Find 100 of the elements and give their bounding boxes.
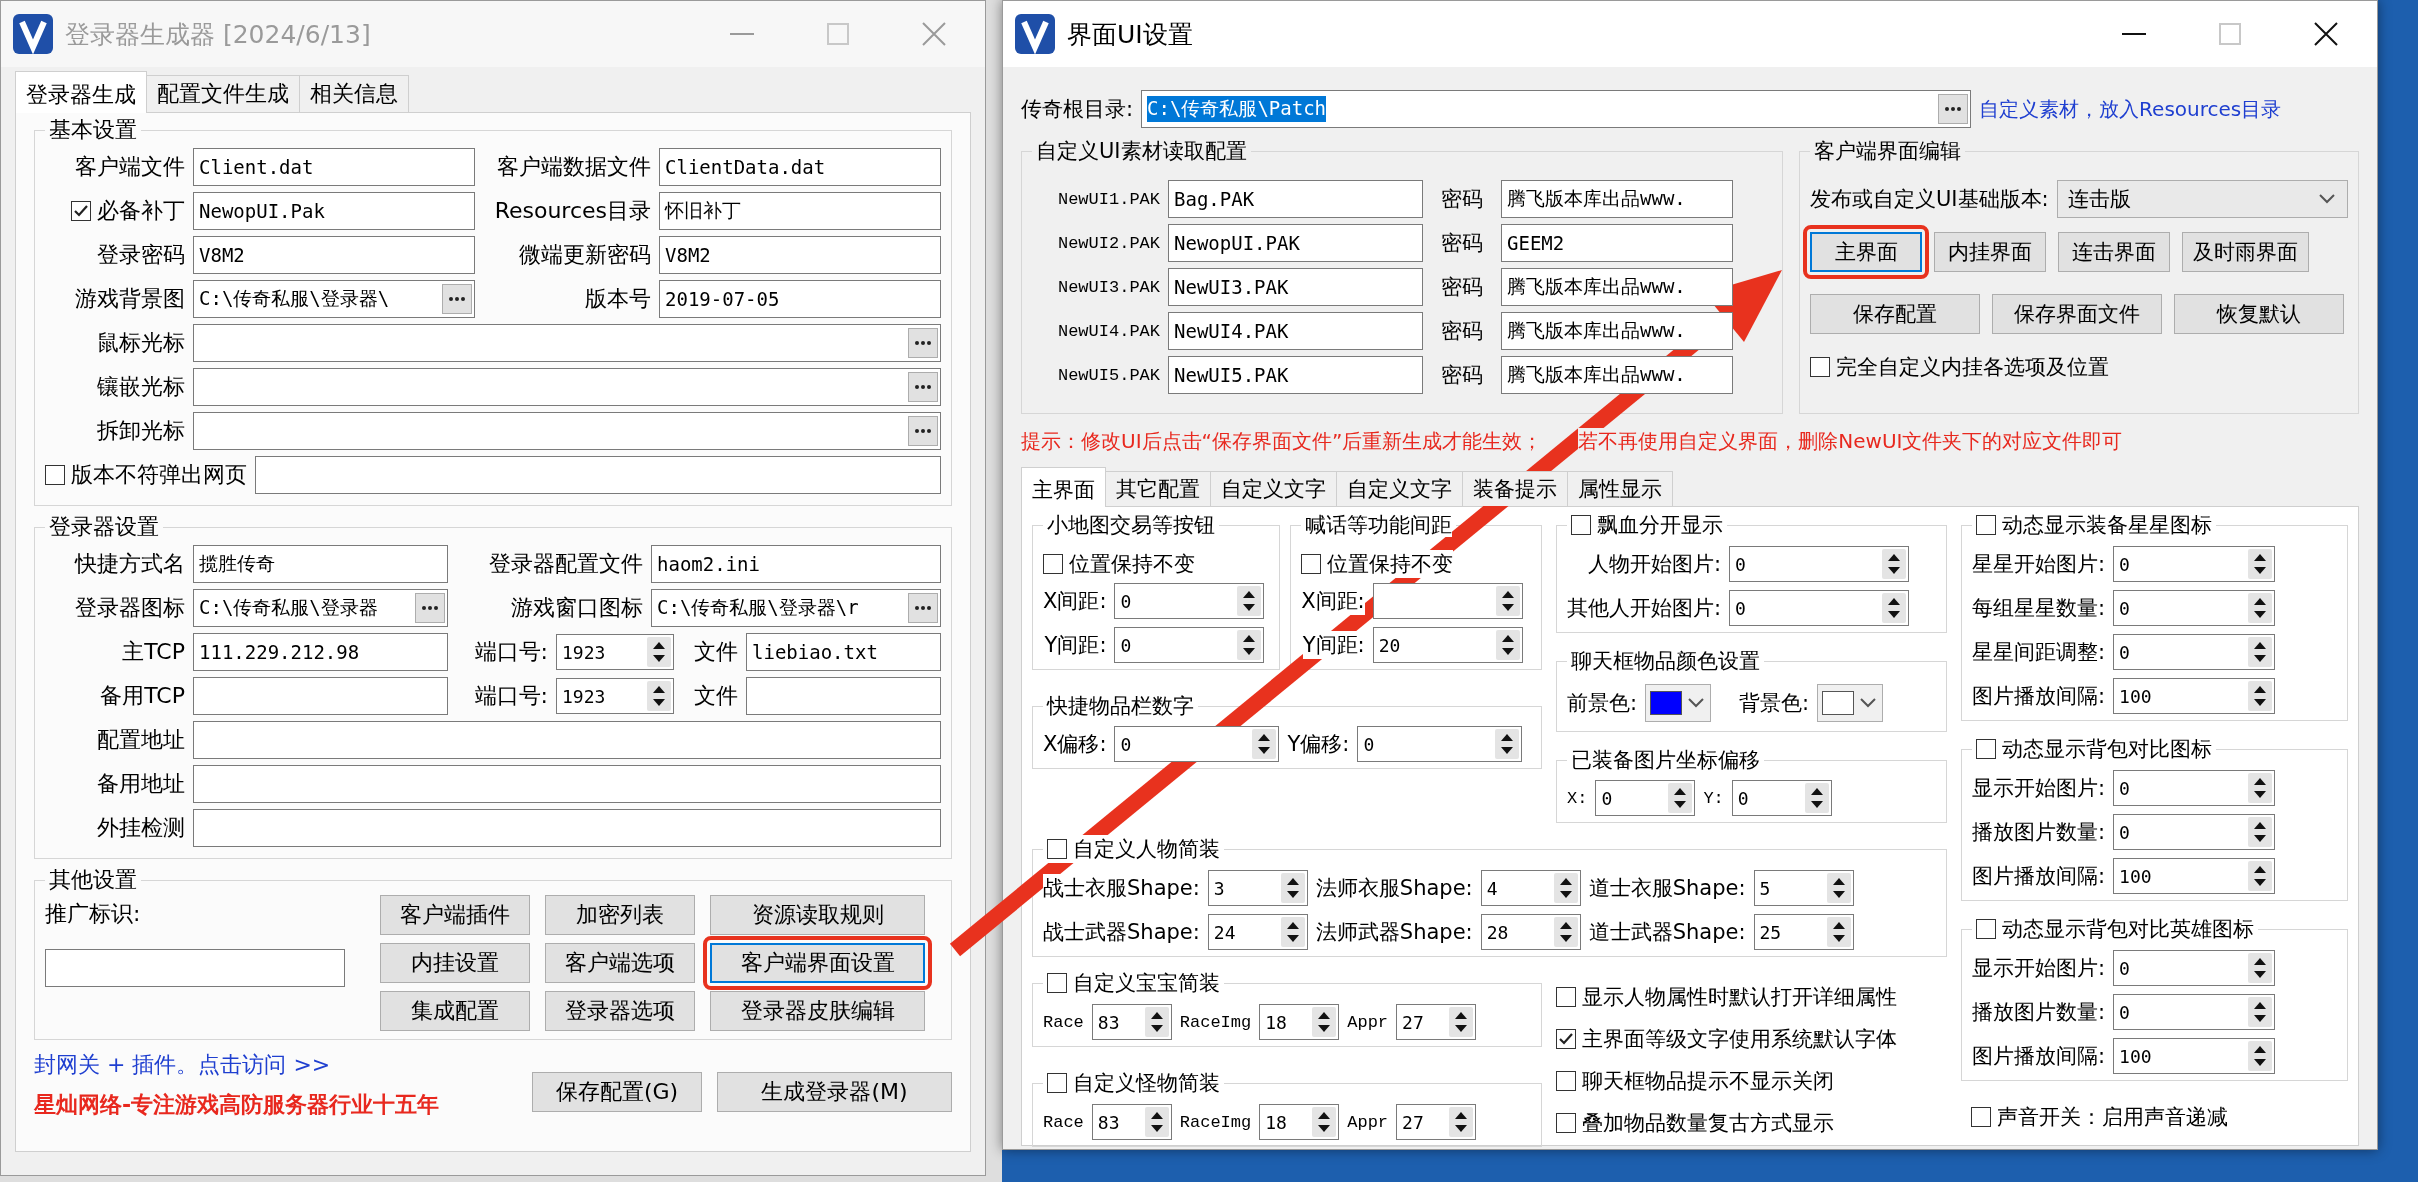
checkbox[interactable]: [1571, 515, 1591, 535]
color-dropdown[interactable]: [1817, 684, 1884, 722]
tab[interactable]: 主界面: [1021, 467, 1106, 507]
text-field[interactable]: haom2.ini: [651, 545, 941, 583]
action-button[interactable]: 客户端插件: [380, 895, 530, 935]
spin-box[interactable]: 27: [1396, 1004, 1477, 1040]
text-field[interactable]: [193, 721, 941, 759]
spin-arrows-icon[interactable]: [1495, 630, 1520, 660]
spin-arrows-icon[interactable]: [1237, 586, 1262, 616]
text-field[interactable]: 揽胜传奇: [193, 545, 448, 583]
tab[interactable]: 登录器生成: [15, 71, 147, 113]
spin-box[interactable]: 18: [1259, 1004, 1340, 1040]
text-field[interactable]: Client.dat: [193, 148, 475, 186]
spin-box[interactable]: 0: [2113, 546, 2276, 582]
spin-arrows-icon[interactable]: [647, 681, 671, 711]
checkbox[interactable]: [1047, 1073, 1067, 1093]
path-field[interactable]: C:\传奇私服\Patch: [1141, 90, 1972, 128]
action-button[interactable]: 内挂界面: [1934, 232, 2046, 272]
spin-arrows-icon[interactable]: [1280, 917, 1305, 947]
checkbox[interactable]: [1047, 973, 1067, 993]
action-button[interactable]: 生成登录器(M): [717, 1072, 952, 1112]
tab[interactable]: 装备提示: [1462, 471, 1568, 506]
version-dropdown[interactable]: 连击版: [2056, 180, 2348, 218]
text-field[interactable]: NewopUI.Pak: [193, 192, 475, 230]
spin-arrows-icon[interactable]: [2248, 593, 2273, 623]
action-button[interactable]: 客户端界面设置: [710, 943, 925, 983]
spin-arrows-icon[interactable]: [2248, 681, 2273, 711]
spin-arrows-icon[interactable]: [1495, 729, 1520, 759]
browse-button[interactable]: [908, 416, 938, 446]
tab[interactable]: 属性显示: [1567, 471, 1673, 506]
action-button[interactable]: 保存配置(G): [532, 1072, 702, 1112]
browse-button[interactable]: [908, 328, 938, 358]
spin-box[interactable]: 0: [2113, 634, 2276, 670]
spin-arrows-icon[interactable]: [1449, 1107, 1474, 1137]
url-field[interactable]: [255, 456, 941, 494]
checkbox[interactable]: [1047, 839, 1067, 859]
spin-arrows-icon[interactable]: [1553, 873, 1578, 903]
spin-arrows-icon[interactable]: [2248, 1041, 2273, 1071]
text-field[interactable]: C:\传奇私服\登录器\: [193, 280, 475, 318]
checkbox[interactable]: [1301, 554, 1322, 574]
spin-arrows-icon[interactable]: [1882, 549, 1907, 579]
spin-box[interactable]: 0: [1731, 780, 1832, 816]
spin-arrows-icon[interactable]: [2248, 773, 2273, 803]
spin-box[interactable]: 24: [1207, 914, 1308, 950]
spin-box[interactable]: 27: [1396, 1104, 1477, 1140]
spin-box[interactable]: 25: [1753, 914, 1854, 950]
checkbox[interactable]: [1971, 1107, 1991, 1127]
spin-arrows-icon[interactable]: [1882, 593, 1907, 623]
action-button[interactable]: 集成配置: [380, 991, 530, 1031]
checkbox[interactable]: [1556, 1029, 1576, 1049]
spin-box[interactable]: 1923: [556, 634, 674, 670]
spin-box[interactable]: 0: [2113, 590, 2276, 626]
action-button[interactable]: 登录器皮肤编辑: [710, 991, 925, 1031]
action-button[interactable]: 保存配置: [1810, 294, 1980, 334]
promo-field[interactable]: [45, 949, 345, 987]
spin-box[interactable]: 100: [2113, 1038, 2276, 1074]
text-field[interactable]: [193, 765, 941, 803]
action-button[interactable]: 客户端选项: [545, 943, 695, 983]
text-field[interactable]: 腾飞版本库出品www.: [1501, 312, 1733, 350]
checkbox[interactable]: [71, 201, 91, 221]
text-field[interactable]: ClientData.dat: [659, 148, 941, 186]
spin-box[interactable]: 0: [1595, 780, 1696, 816]
checkbox[interactable]: [1976, 515, 1996, 535]
text-field[interactable]: 腾飞版本库出品www.: [1501, 180, 1733, 218]
spin-arrows-icon[interactable]: [1668, 783, 1693, 813]
text-field[interactable]: GEEM2: [1501, 224, 1733, 262]
spin-box[interactable]: 20: [1372, 627, 1523, 663]
browse-button[interactable]: [415, 593, 445, 623]
spin-arrows-icon[interactable]: [1804, 783, 1829, 813]
spin-arrows-icon[interactable]: [1144, 1107, 1169, 1137]
action-button[interactable]: 加密列表: [545, 895, 695, 935]
action-button[interactable]: 登录器选项: [545, 991, 695, 1031]
spin-arrows-icon[interactable]: [1237, 630, 1262, 660]
spin-box[interactable]: 28: [1480, 914, 1581, 950]
spin-box[interactable]: 0: [2113, 950, 2276, 986]
spin-box[interactable]: 0: [2113, 770, 2276, 806]
spin-box[interactable]: 18: [1259, 1104, 1340, 1140]
spin-arrows-icon[interactable]: [1252, 729, 1277, 759]
text-field[interactable]: 111.229.212.98: [193, 633, 448, 671]
spin-arrows-icon[interactable]: [2248, 817, 2273, 847]
spin-arrows-icon[interactable]: [2248, 549, 2273, 579]
spin-arrows-icon[interactable]: [1495, 586, 1520, 616]
spin-arrows-icon[interactable]: [1449, 1007, 1474, 1037]
text-field[interactable]: [193, 677, 448, 715]
text-field[interactable]: C:\传奇私服\登录器: [193, 589, 448, 627]
tab[interactable]: 相关信息: [299, 75, 409, 112]
checkbox[interactable]: [1976, 919, 1996, 939]
spin-box[interactable]: 100: [2113, 678, 2276, 714]
browse-button[interactable]: [442, 284, 472, 314]
text-field[interactable]: V8M2: [193, 236, 475, 274]
text-field[interactable]: liebiao.txt: [746, 633, 941, 671]
spin-arrows-icon[interactable]: [2248, 953, 2273, 983]
color-dropdown[interactable]: [1645, 684, 1712, 722]
spin-box[interactable]: 83: [1091, 1004, 1172, 1040]
spin-arrows-icon[interactable]: [1312, 1007, 1337, 1037]
text-field[interactable]: NewUI5.PAK: [1168, 356, 1423, 394]
action-button[interactable]: 资源读取规则: [710, 895, 925, 935]
spin-arrows-icon[interactable]: [2248, 637, 2273, 667]
visit-link[interactable]: 封网关 + 插件。点击访问 >>: [34, 1050, 440, 1080]
spin-arrows-icon[interactable]: [1826, 873, 1851, 903]
